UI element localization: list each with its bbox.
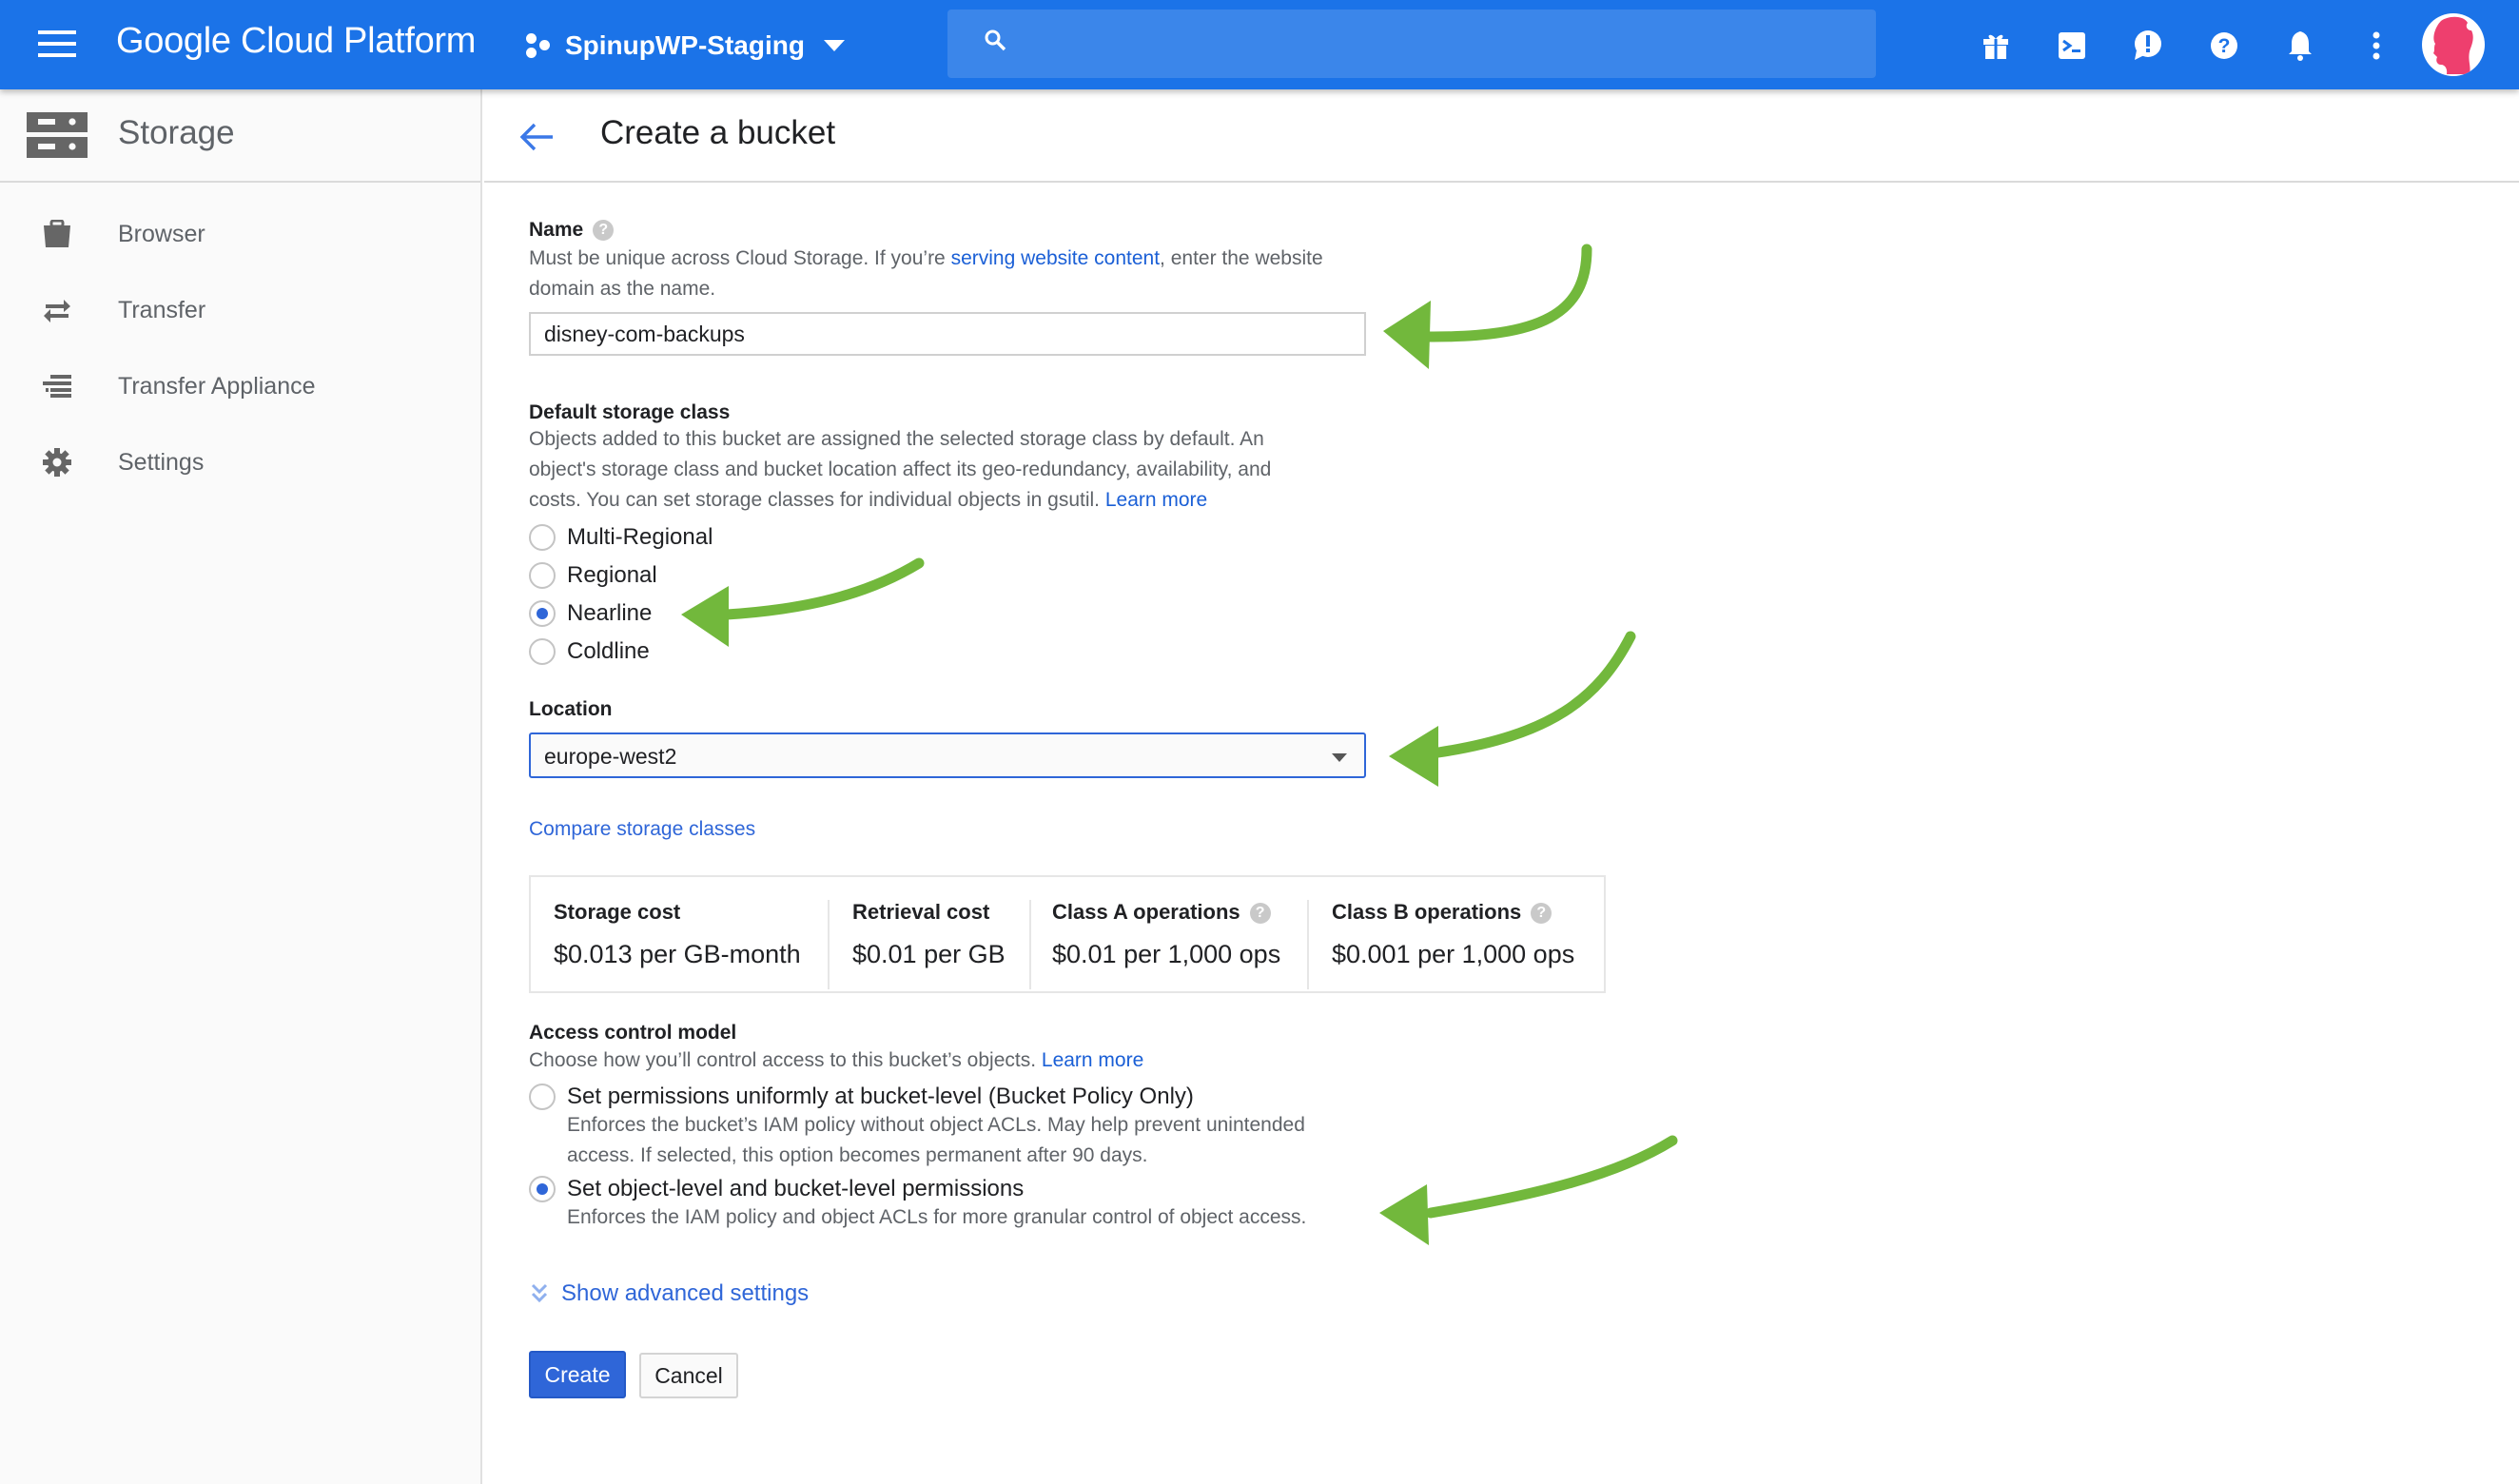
show-advanced-settings-link[interactable]: Show advanced settings [529,1280,809,1307]
radio-multi-regional[interactable]: Multi-Regional [529,524,713,551]
project-selector[interactable]: SpinupWP-Staging [525,25,845,67]
sidebar-item-transfer-appliance[interactable]: Transfer Appliance [0,358,480,415]
sidebar-item-settings[interactable]: Settings [0,434,480,491]
cloud-shell-icon[interactable] [2049,23,2095,68]
pricing-class-a: Class A operations? $0.01 per 1,000 ops [1052,900,1281,968]
radio-button[interactable] [529,638,556,665]
storage-class-label: Default storage class [529,401,731,423]
sidebar-item-label: Browser [118,220,205,247]
annotation-arrow-icon [1389,631,1636,787]
double-chevron-down-icon [531,1283,548,1303]
project-icon [525,32,552,59]
annotation-arrow-icon [681,557,925,647]
bucket-policy-only-description: Enforces the bucket’s IAM policy without… [567,1114,1305,1166]
name-label: Name? [529,219,615,242]
more-vert-icon[interactable] [2353,23,2399,68]
sidebar-item-browser[interactable]: Browser [0,205,480,263]
radio-coldline[interactable]: Coldline [529,638,650,665]
page-header: Create a bucket [484,89,2519,183]
sidebar-item-label: Settings [118,448,205,476]
access-control-label: Access control model [529,1022,737,1044]
bucket-icon [42,219,72,249]
compare-storage-classes-link[interactable]: Compare storage classes [529,814,755,845]
help-icon[interactable]: ? [2201,23,2247,68]
svg-text:?: ? [2218,35,2231,57]
page-title: Create a bucket [600,114,836,151]
menu-icon[interactable] [38,30,76,59]
sidebar-title: Storage [118,114,235,151]
sidebar: Storage Browser Transfer Transfer Applia… [0,89,482,1484]
radio-button[interactable] [529,1084,556,1110]
project-name: SpinupWP-Staging [565,30,805,60]
back-arrow-icon[interactable] [518,118,557,156]
pricing-retrieval-cost: Retrieval cost $0.01 per GB [852,900,1006,968]
help-icon[interactable]: ? [593,220,615,242]
cancel-button[interactable]: Cancel [639,1353,738,1398]
pricing-storage-cost: Storage cost $0.013 per GB-month [554,900,801,968]
feedback-icon[interactable] [2125,23,2171,68]
radio-button[interactable] [529,524,556,551]
search-icon [985,29,1006,51]
bucket-name-input[interactable] [529,312,1366,356]
list-icon [42,371,72,401]
pricing-summary: Storage cost $0.013 per GB-month Retriev… [529,875,1606,993]
object-and-bucket-level-description: Enforces the bucket’s IAM policy without… [567,1206,1307,1228]
create-button[interactable]: Create [529,1351,626,1398]
dropdown-arrow-icon [1332,753,1347,762]
annotation-arrow-icon [1379,1135,1678,1245]
gear-icon [42,447,72,478]
radio-object-and-bucket-level[interactable]: Set object-level and bucket-level permis… [529,1176,1024,1202]
annotation-arrow-icon [1383,244,1592,369]
sidebar-item-label: Transfer [118,296,206,323]
sidebar-item-label: Transfer Appliance [118,372,316,400]
radio-button-selected[interactable] [529,1176,556,1202]
gift-icon[interactable] [1973,23,2019,68]
access-control-description: Choose how you’ll control access to this… [529,1049,1144,1071]
chevron-down-icon [823,40,845,51]
location-label: Location [529,698,613,720]
serving-website-content-link[interactable]: serving website content [951,247,1160,269]
divider [828,900,830,989]
learn-more-link[interactable]: Learn more [1042,1049,1143,1071]
storage-icon [27,112,88,158]
radio-button-selected[interactable] [529,600,556,627]
storage-class-description: Objects added to this bucket are assigne… [529,428,1272,511]
avatar[interactable] [2422,13,2485,76]
radio-button[interactable] [529,562,556,589]
notifications-icon[interactable] [2277,23,2323,68]
radio-regional[interactable]: Regional [529,562,657,589]
help-icon[interactable]: ? [1249,903,1271,925]
location-value: europe-west2 [544,744,677,769]
radio-bucket-policy-only[interactable]: Set permissions uniformly at bucket-leve… [529,1084,1194,1110]
pricing-class-b: Class B operations? $0.001 per 1,000 ops [1332,900,1575,968]
sidebar-item-transfer[interactable]: Transfer [0,282,480,339]
swap-arrows-icon [42,295,72,325]
location-select[interactable]: europe-west2 [529,732,1366,778]
divider [1029,900,1031,989]
divider [1307,900,1309,989]
radio-nearline[interactable]: Nearline [529,600,652,627]
learn-more-link[interactable]: Learn more [1105,489,1207,511]
sidebar-header: Storage [0,89,480,183]
name-description: Must be unique across Cloud Storage. If … [529,247,1323,300]
search-input[interactable] [947,10,1876,78]
help-icon[interactable]: ? [1531,903,1552,925]
top-app-bar: Google Cloud Platform SpinupWP-Staging ? [0,0,2519,89]
brand-title[interactable]: Google Cloud Platform [116,21,476,62]
